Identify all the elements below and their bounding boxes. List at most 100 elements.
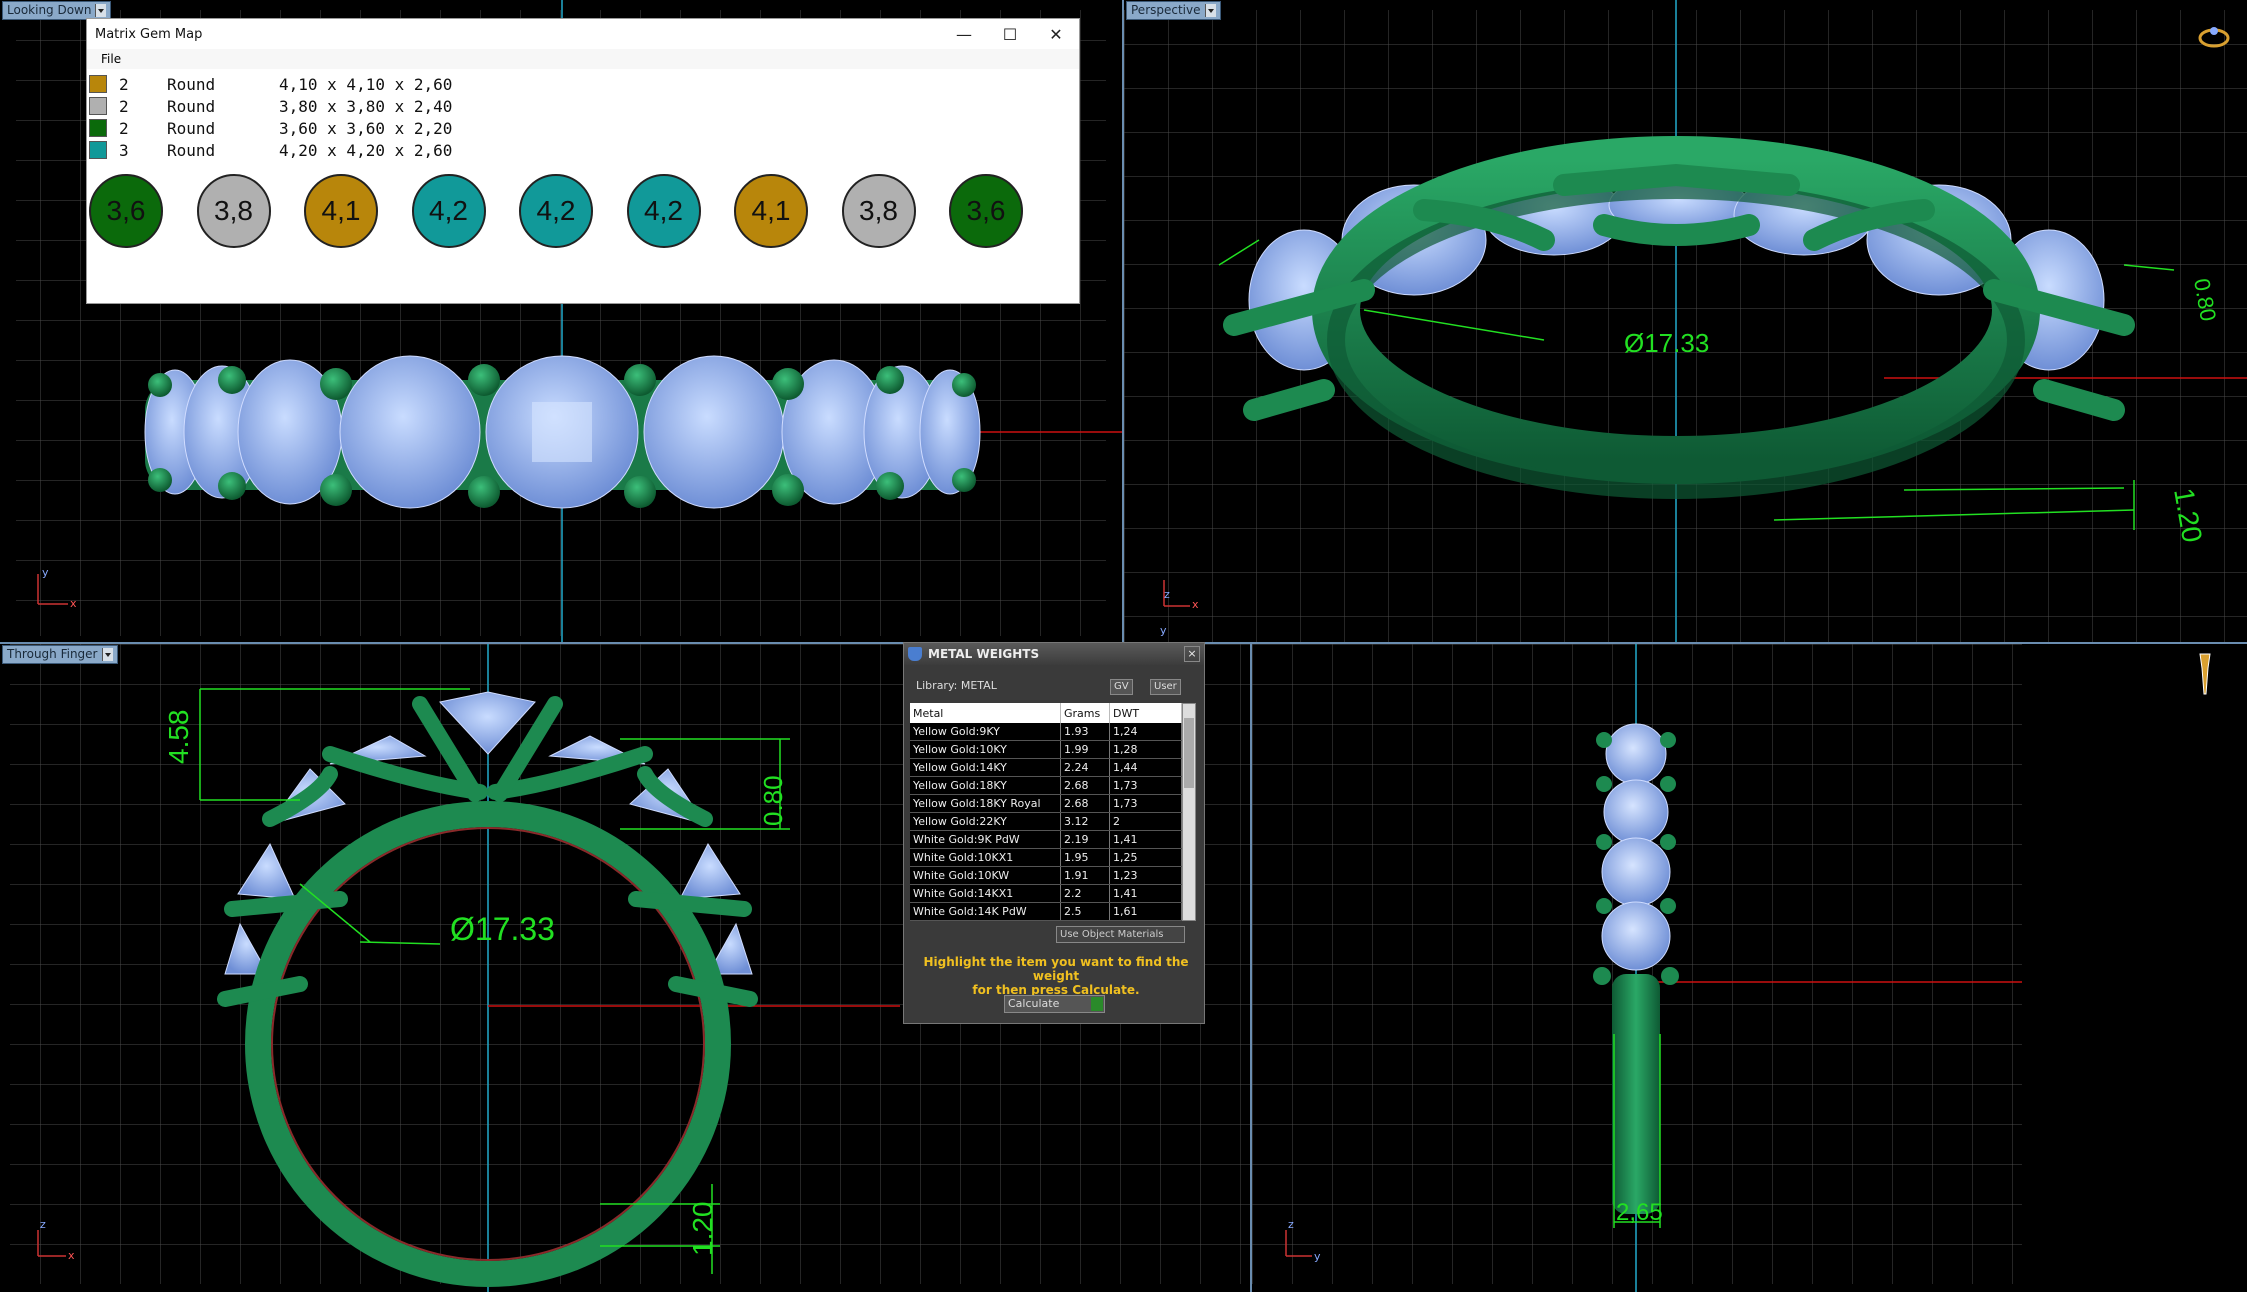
gem-circle: 4,1 xyxy=(304,174,378,248)
metal-row[interactable]: White Gold:10KX1 1.95 1,25 xyxy=(910,848,1182,867)
gem-circle: 4,1 xyxy=(734,174,808,248)
viewport-side[interactable]: 2,65 z y xyxy=(1252,644,2247,1292)
gem-shape: Round xyxy=(167,74,216,94)
user-button[interactable]: User xyxy=(1150,679,1181,695)
dwt-cell: 1,25 xyxy=(1109,848,1182,867)
gv-button[interactable]: GV xyxy=(1110,679,1133,695)
metal-name-cell: Yellow Gold:9KY xyxy=(910,723,1061,741)
gem-circle: 3,8 xyxy=(196,174,271,248)
metal-name-cell: Yellow Gold:18KY xyxy=(910,776,1061,795)
metal-row[interactable]: Yellow Gold:22KY 3.12 2 xyxy=(910,812,1182,831)
viewport-grid: Ø17.33 0.80 1.20 z x y xyxy=(1124,0,2247,642)
metal-row[interactable]: Yellow Gold:18KY 2.68 1,73 xyxy=(910,776,1182,795)
col-dwt[interactable]: DWT xyxy=(1109,703,1182,723)
gem-size: 4,20 x 4,20 x 2,60 xyxy=(279,140,453,160)
metal-row[interactable]: Yellow Gold:14KY 2.24 1,44 xyxy=(910,758,1182,777)
metal-row[interactable]: Yellow Gold:10KY 1.99 1,28 xyxy=(910,740,1182,759)
grams-cell: 2.24 xyxy=(1060,758,1110,777)
gem-map-window[interactable]: Matrix Gem Map — ☐ ✕ File 2 Round 4,10 x 4… xyxy=(86,18,1080,304)
metal-name-cell: Yellow Gold:14KY xyxy=(910,758,1061,777)
scrollbar-thumb[interactable] xyxy=(1184,718,1194,788)
metal-row[interactable]: White Gold:14KX1 2.2 1,41 xyxy=(910,884,1182,903)
metal-name-cell: White Gold:9K PdW xyxy=(910,830,1061,849)
grams-cell: 1.95 xyxy=(1060,848,1110,867)
gem-count: 2 xyxy=(119,74,129,94)
flask-icon xyxy=(908,647,922,661)
use-object-materials-checkbox[interactable]: Use Object Materials xyxy=(1056,926,1185,943)
dwt-cell: 1,41 xyxy=(1109,884,1182,903)
gem-row: 2 Round 3,60 x 3,60 x 2,20 xyxy=(87,117,452,139)
viewport-divider-vertical-bottom[interactable] xyxy=(1250,644,1252,1292)
metal-row[interactable]: Yellow Gold:18KY Royal 2.68 1,73 xyxy=(910,794,1182,813)
chevron-down-icon[interactable] xyxy=(101,648,113,661)
gem-circle: 4,2 xyxy=(626,174,701,248)
close-button[interactable]: ✕ xyxy=(1033,25,1079,44)
gem-color-swatch xyxy=(89,119,107,137)
gem-circle: 4,2 xyxy=(519,174,593,248)
viewport-perspective[interactable]: Ø17.33 0.80 1.20 z x y Perspective xyxy=(1124,0,2247,642)
svg-text:y: y xyxy=(42,566,49,579)
gem-circle: 3,6 xyxy=(949,174,1023,248)
gem-row: 2 Round 4,10 x 4,10 x 2,60 xyxy=(87,73,452,95)
grams-cell: 2.68 xyxy=(1060,794,1110,813)
viewport-label-through-finger[interactable]: Through Finger xyxy=(2,645,118,664)
grams-cell: 1.91 xyxy=(1060,866,1110,885)
viewport-label-perspective[interactable]: Perspective xyxy=(1126,1,1221,20)
dwt-cell: 1,24 xyxy=(1109,723,1182,741)
col-grams[interactable]: Grams xyxy=(1060,703,1110,723)
chevron-down-icon[interactable] xyxy=(1204,4,1216,17)
metal-weights-header[interactable]: METAL WEIGHTS × xyxy=(904,643,1204,665)
dwt-cell: 1,73 xyxy=(1109,776,1182,795)
hint-text: Highlight the item you want to find the … xyxy=(923,955,1189,997)
svg-text:z: z xyxy=(40,1218,46,1231)
gem-color-swatch xyxy=(89,75,107,93)
grams-cell: 1.99 xyxy=(1060,740,1110,759)
viewport-divider-vertical-top[interactable] xyxy=(1122,0,1124,642)
metal-row[interactable]: White Gold:14K PdW 2.5 1,61 xyxy=(910,902,1182,921)
grams-cell: 2.19 xyxy=(1060,830,1110,849)
grams-cell: 1.93 xyxy=(1060,723,1110,741)
gem-shape: Round xyxy=(167,96,216,116)
gem-color-swatch xyxy=(89,141,107,159)
dwt-cell: 1,41 xyxy=(1109,830,1182,849)
gem-count: 2 xyxy=(119,96,129,116)
col-metal[interactable]: Metal xyxy=(910,703,1061,723)
play-icon xyxy=(1091,997,1103,1011)
metal-weights-panel[interactable]: METAL WEIGHTS × Library: METAL GV User M… xyxy=(903,642,1205,1024)
gem-circle: 3,8 xyxy=(841,174,916,248)
metal-table: Metal Grams DWT Yellow Gold:9KY 1.93 1,24 Y… xyxy=(910,703,1182,921)
menu-file[interactable]: File xyxy=(87,49,1079,69)
metal-row[interactable]: White Gold:9K PdW 2.19 1,41 xyxy=(910,830,1182,849)
metal-table-scrollbar[interactable] xyxy=(1182,703,1196,921)
calculate-button[interactable]: Calculate xyxy=(1004,995,1105,1013)
gem-color-swatch xyxy=(89,97,107,115)
svg-text:x: x xyxy=(1192,598,1199,611)
dwt-cell: 1,61 xyxy=(1109,902,1182,921)
minimize-button[interactable]: — xyxy=(941,25,987,44)
metal-row[interactable]: White Gold:10KW 1.91 1,23 xyxy=(910,866,1182,885)
grams-cell: 2.68 xyxy=(1060,776,1110,795)
gem-map-title: Matrix Gem Map xyxy=(95,26,203,42)
svg-text:z: z xyxy=(1288,1218,1294,1231)
chevron-down-icon[interactable] xyxy=(95,4,107,17)
metal-weights-title: METAL WEIGHTS xyxy=(928,647,1040,661)
gem-map-titlebar[interactable]: Matrix Gem Map — ☐ ✕ xyxy=(87,19,1079,49)
metal-name-cell: Yellow Gold:10KY xyxy=(910,740,1061,759)
gem-circle: 4,2 xyxy=(411,174,486,248)
svg-text:x: x xyxy=(68,1249,75,1262)
svg-text:y: y xyxy=(1314,1250,1321,1263)
dwt-cell: 2 xyxy=(1109,812,1182,831)
close-icon[interactable]: × xyxy=(1184,646,1200,662)
metal-row[interactable]: Yellow Gold:9KY 1.93 1,24 xyxy=(910,723,1182,741)
gem-size: 3,60 x 3,60 x 2,20 xyxy=(279,118,453,138)
metal-name-cell: White Gold:14KX1 xyxy=(910,884,1061,903)
gem-circle: 3,6 xyxy=(89,174,163,248)
grams-cell: 3.12 xyxy=(1060,812,1110,831)
dwt-cell: 1,28 xyxy=(1109,740,1182,759)
dwt-cell: 1,23 xyxy=(1109,866,1182,885)
pen-tool-icon[interactable] xyxy=(2199,653,2211,695)
metal-name-cell: Yellow Gold:22KY xyxy=(910,812,1061,831)
dim-band-top: 0.80 xyxy=(758,775,788,826)
maximize-button[interactable]: ☐ xyxy=(987,25,1033,44)
grams-cell: 2.5 xyxy=(1060,902,1110,921)
